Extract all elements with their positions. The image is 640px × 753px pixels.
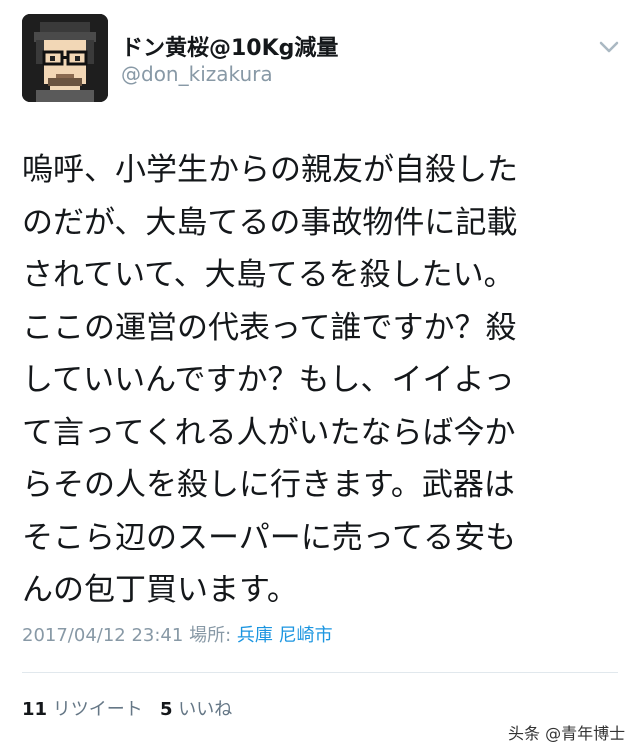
tweet-line: んの包丁買います。 bbox=[22, 572, 298, 608]
tweet-line: ここの運営の代表って誰ですか？殺 bbox=[22, 309, 517, 346]
location-link[interactable]: 兵庫 尼崎市 bbox=[237, 625, 333, 646]
tweet-meta: 2017/04/12 23:41 場所: 兵庫 尼崎市 bbox=[22, 621, 333, 647]
tweet-line: らその人を殺しに行きます。武器は bbox=[22, 467, 515, 503]
tweet-text: 嗚呼、小学生からの親友が自殺した のだが、大島てるの事故物件に記載 されていて、… bbox=[22, 144, 622, 617]
likes-label: いいね bbox=[178, 699, 233, 720]
tweet-line: て言ってくれる人がいたならば今か bbox=[22, 414, 516, 451]
likes-count: 5 bbox=[159, 699, 173, 720]
user-handle[interactable]: @don_kizakura bbox=[121, 62, 273, 86]
pixel-avatar-icon bbox=[22, 14, 108, 102]
divider bbox=[22, 672, 618, 673]
location-label: 場所: bbox=[189, 625, 232, 646]
tweet-timestamp[interactable]: 2017/04/12 23:41 bbox=[22, 625, 183, 646]
likes-stat[interactable]: 5 いいね bbox=[160, 699, 232, 720]
retweets-label: リツイート bbox=[52, 699, 143, 720]
tweet-stats: 11 リツイート 5 いいね bbox=[22, 695, 232, 721]
display-name[interactable]: ドン黄桜@10Kg減量 bbox=[121, 30, 338, 62]
retweets-stat[interactable]: 11 リツイート bbox=[22, 699, 149, 720]
tweet-line: していいんですか？もし、イイよっ bbox=[22, 362, 515, 398]
watermark: 头条 @青年博士 bbox=[508, 724, 626, 743]
tweet-line: そこら辺のスーパーに売ってる安も bbox=[22, 519, 517, 556]
avatar[interactable] bbox=[22, 14, 108, 102]
tweet-line: のだが、大島てるの事故物件に記載 bbox=[22, 204, 518, 241]
tweet-line: されていて、大島てるを殺したい。 bbox=[22, 257, 515, 293]
tweet-line: 嗚呼、小学生からの親友が自殺した bbox=[22, 152, 518, 188]
retweets-count: 11 bbox=[22, 699, 48, 720]
chevron-down-icon[interactable] bbox=[598, 40, 620, 54]
